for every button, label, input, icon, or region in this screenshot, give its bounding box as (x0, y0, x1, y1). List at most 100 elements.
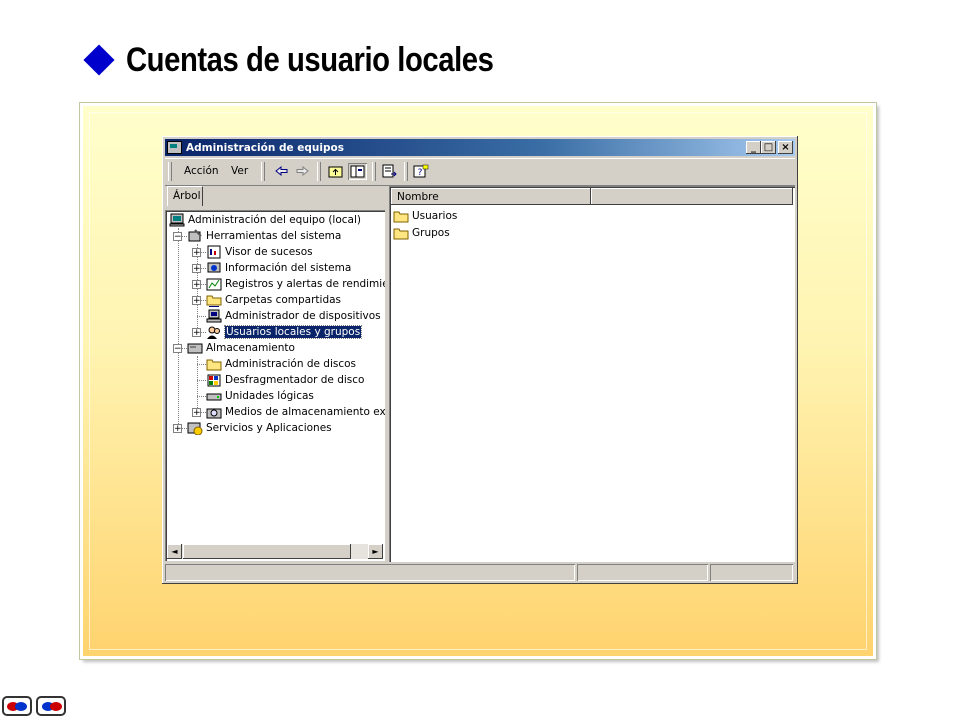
services-icon (187, 422, 203, 435)
tree-node-label: Unidades lógicas (225, 390, 314, 402)
toolbar-separator (317, 162, 321, 181)
list-pane[interactable]: Nombre Usuarios Grupos (389, 186, 795, 562)
scroll-thumb[interactable] (183, 544, 351, 559)
tree-guide-line (197, 380, 206, 381)
tree-node[interactable]: Desfragmentador de disco (206, 372, 364, 388)
computer-icon (167, 141, 182, 154)
tree-node[interactable]: Carpetas compartidas (206, 292, 341, 308)
scroll-right-button[interactable]: ► (368, 544, 383, 559)
tree-guide-line (178, 228, 179, 426)
tab-strip: Árbol (165, 186, 385, 208)
tree-node-label: Servicios y Aplicaciones (206, 422, 332, 434)
svg-text:?: ? (418, 168, 423, 178)
expand-toggle[interactable]: + (192, 280, 201, 290)
computer-icon (169, 213, 185, 227)
toolbar: Acción Ver ? (165, 158, 795, 186)
list-item[interactable]: Grupos (393, 225, 450, 241)
slide-title: Cuentas de usuario locales (82, 38, 553, 82)
status-panel (710, 564, 793, 581)
tree-node-label: Almacenamiento (206, 342, 295, 354)
tree-node-label: Administración de discos (225, 358, 357, 370)
status-panel (165, 564, 575, 581)
window-title: Administración de equipos (186, 141, 344, 154)
tree-node[interactable]: Administración del equipo (local) (169, 212, 361, 228)
tree-horizontal-scrollbar[interactable]: ◄ ► (167, 544, 383, 559)
tree-node[interactable]: Registros y alertas de rendimient (206, 276, 385, 292)
tree-node[interactable]: Unidades lógicas (206, 388, 314, 404)
computer-management-window: Administración de equipos _ □ × Acción V… (162, 136, 798, 584)
expand-toggle[interactable]: + (192, 296, 201, 306)
removable-storage-icon (206, 408, 222, 419)
close-button[interactable]: × (778, 141, 793, 154)
diamond-bullet-icon (83, 44, 115, 76)
maximize-button[interactable]: □ (761, 141, 776, 154)
event-viewer-icon (207, 245, 221, 259)
tree-node-label: Administración del equipo (local) (188, 214, 361, 226)
collapse-toggle[interactable]: − (173, 344, 182, 354)
expand-toggle[interactable]: + (192, 248, 201, 258)
tree-node-label: Medios de almacenamiento extrai (225, 406, 385, 418)
next-slide-button[interactable] (36, 696, 66, 716)
tree-node[interactable]: Servicios y Aplicaciones (187, 420, 332, 436)
menu-ver[interactable]: Ver (231, 165, 248, 177)
tree-node-label: Información del sistema (225, 262, 352, 274)
users-groups-icon (207, 326, 220, 339)
show-hide-tree-icon[interactable] (348, 163, 367, 180)
tree-node[interactable]: Visor de sucesos (206, 244, 313, 260)
column-header-nombre[interactable]: Nombre (391, 188, 591, 205)
forward-arrow-icon[interactable] (293, 163, 312, 180)
toolbar-separator (372, 162, 376, 181)
menu-accion[interactable]: Acción (184, 165, 219, 177)
tree-node[interactable]: Medios de almacenamiento extrai (206, 404, 385, 420)
system-info-icon (207, 262, 221, 273)
tree-guide-line (197, 316, 206, 317)
shared-folder-icon (206, 295, 222, 307)
status-panel (577, 564, 708, 581)
tab-arbol[interactable]: Árbol (167, 186, 203, 206)
tree-node-label: Carpetas compartidas (225, 294, 342, 306)
previous-slide-button[interactable] (2, 696, 32, 716)
defrag-icon (207, 374, 221, 387)
back-arrow-icon[interactable] (272, 163, 291, 180)
slide-navigation (2, 696, 66, 716)
expand-toggle[interactable]: + (192, 408, 201, 418)
tree-guide-line (197, 396, 206, 397)
tree-node-label: Administrador de dispositivos (225, 310, 381, 322)
tree-node[interactable]: Usuarios locales y grupos (206, 324, 363, 340)
performance-icon (206, 278, 222, 291)
up-folder-icon[interactable] (326, 163, 345, 180)
tree-node-label: Registros y alertas de rendimient (225, 278, 385, 290)
tree-node-label: Herramientas del sistema (206, 230, 342, 242)
status-bar (165, 564, 795, 581)
tree-node[interactable]: Administración de discos (206, 356, 356, 372)
scroll-left-button[interactable]: ◄ (167, 544, 182, 559)
tools-icon (188, 229, 202, 242)
collapse-toggle[interactable]: − (173, 232, 182, 242)
disk-management-icon (206, 359, 222, 371)
list-item[interactable]: Usuarios (393, 208, 457, 224)
column-header-empty[interactable] (591, 188, 793, 205)
tree-node[interactable]: Herramientas del sistema (187, 228, 341, 244)
logical-drive-icon (206, 393, 222, 401)
folder-icon (393, 228, 409, 240)
expand-toggle[interactable]: + (192, 264, 201, 274)
minimize-button[interactable]: _ (746, 141, 761, 154)
slide-title-text: Cuentas de usuario locales (126, 40, 494, 79)
tree-node[interactable]: Información del sistema (206, 260, 351, 276)
storage-icon (187, 343, 203, 354)
device-manager-icon (206, 309, 222, 323)
toolbar-grip[interactable] (168, 162, 172, 181)
help-icon[interactable]: ? (411, 163, 430, 180)
tree-node[interactable]: Almacenamiento (187, 340, 295, 356)
tree-node[interactable]: Administrador de dispositivos (206, 308, 381, 324)
folder-icon (393, 211, 409, 223)
export-list-icon[interactable] (380, 163, 399, 180)
tree-node-label: Desfragmentador de disco (225, 374, 365, 386)
tree-pane[interactable]: Administración del equipo (local) − Herram… (165, 210, 385, 561)
toolbar-separator (404, 162, 408, 181)
window-titlebar[interactable]: Administración de equipos _ □ × (165, 139, 795, 156)
expand-toggle[interactable]: + (173, 424, 182, 434)
tree-node-label: Usuarios locales y grupos (223, 325, 363, 339)
expand-toggle[interactable]: + (192, 328, 201, 338)
toolbar-separator (261, 162, 265, 181)
